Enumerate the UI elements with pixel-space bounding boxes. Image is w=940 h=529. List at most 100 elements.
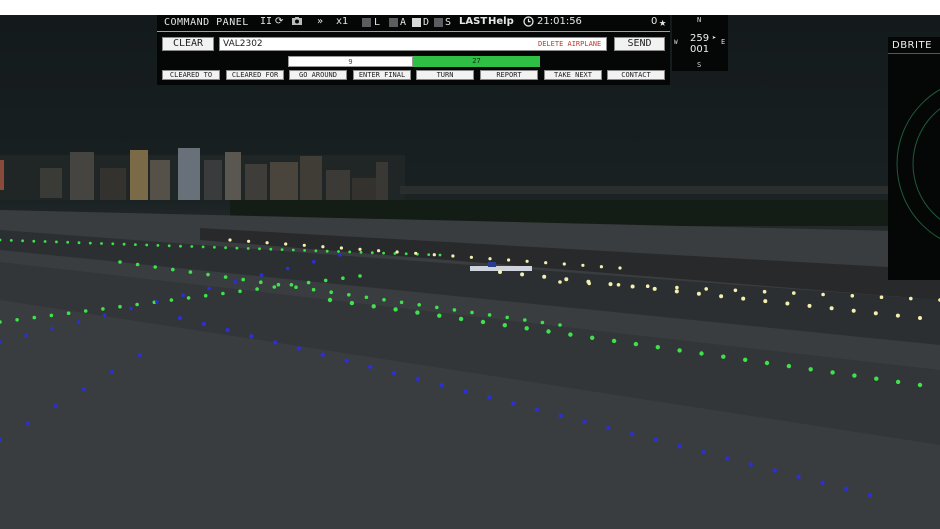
- runway-light: [763, 299, 768, 304]
- radar-title: DBRITE: [892, 40, 932, 51]
- edge-light: [463, 389, 468, 394]
- taxiway-light: [505, 315, 510, 320]
- cleared-for-button[interactable]: CLEARED FOR: [226, 70, 284, 80]
- edge-light: [207, 286, 211, 291]
- clock-icon: [523, 16, 534, 30]
- send-button[interactable]: SEND: [614, 37, 665, 51]
- taxiway-light: [55, 240, 58, 244]
- taxiway-light: [241, 277, 245, 282]
- runway-light: [587, 281, 591, 286]
- camera-icon[interactable]: [291, 16, 303, 29]
- taxiway-light: [348, 250, 352, 254]
- runway-light: [696, 291, 701, 296]
- delete-airplane-button[interactable]: DELETE AIRPLANE: [538, 40, 601, 48]
- help-button[interactable]: Help: [488, 16, 514, 27]
- turn-button[interactable]: TURN: [416, 70, 474, 80]
- taxiway-light: [223, 275, 228, 279]
- radar-scope: [896, 88, 940, 240]
- heading-compass[interactable]: N W E S 259 001 ➤: [672, 15, 728, 71]
- edge-light: [82, 387, 86, 391]
- taxiway-light: [721, 354, 726, 359]
- filter-a-checkbox[interactable]: [389, 18, 398, 27]
- edge-light: [273, 340, 278, 345]
- speed-indicator[interactable]: x1: [336, 16, 348, 27]
- taxiway-light: [246, 247, 250, 250]
- runway-light: [879, 295, 884, 300]
- filter-d-checkbox[interactable]: [412, 18, 421, 27]
- taxiway-light: [294, 285, 298, 290]
- fast-forward-button[interactable]: »: [317, 16, 323, 27]
- taxiway-light: [487, 313, 492, 317]
- taxiway-light: [190, 245, 194, 248]
- taxiway-light: [311, 287, 316, 292]
- taxiway-light: [358, 274, 362, 278]
- taxiway-light: [111, 242, 115, 246]
- taxiway-light: [895, 379, 901, 385]
- go-around-button[interactable]: GO AROUND: [289, 70, 347, 80]
- edge-light: [201, 321, 206, 327]
- taxiway-light: [100, 242, 103, 245]
- edge-light: [338, 253, 342, 257]
- pause-button[interactable]: II: [260, 16, 272, 27]
- taxiway-light: [347, 293, 351, 297]
- runway-light: [562, 262, 566, 266]
- taxiway-light: [235, 246, 239, 250]
- edge-light: [820, 480, 825, 485]
- runway-light: [630, 284, 635, 289]
- edge-light: [155, 300, 159, 304]
- taxiway-light: [291, 248, 295, 252]
- taxiway-light: [677, 348, 682, 353]
- runway-light: [829, 306, 834, 311]
- filter-s-checkbox[interactable]: [434, 18, 443, 27]
- edge-light: [844, 486, 849, 492]
- runway-light: [762, 289, 767, 294]
- taxiway-light: [371, 304, 376, 309]
- taxiway-light: [21, 239, 24, 243]
- runway-light: [321, 245, 325, 249]
- edge-light: [439, 382, 444, 388]
- taxiway-light: [145, 243, 149, 247]
- edge-light: [259, 273, 264, 277]
- taxiway-light: [9, 239, 13, 242]
- taxiway-light: [633, 341, 639, 347]
- reset-icon[interactable]: ⟳: [275, 16, 283, 27]
- taxiway-light: [874, 376, 879, 381]
- taxiway-light: [699, 351, 704, 356]
- contact-button[interactable]: CONTACT: [607, 70, 665, 80]
- runway-light: [339, 246, 343, 250]
- runway-27-button[interactable]: 27: [413, 56, 540, 67]
- taxiway-light: [179, 244, 182, 248]
- runway-light: [432, 253, 436, 257]
- taxiway-light: [66, 240, 70, 244]
- scene-graphics: [0, 148, 940, 529]
- runway-light: [564, 277, 569, 282]
- runway-light: [616, 283, 621, 287]
- taxiway-light: [276, 282, 281, 287]
- taxiway-light: [655, 345, 660, 350]
- enter-final-button[interactable]: ENTER FINAL: [353, 70, 411, 80]
- taxiway-light: [32, 239, 36, 243]
- runway-light: [265, 241, 269, 245]
- clear-button[interactable]: CLEAR: [162, 37, 214, 51]
- taxiway-light: [852, 373, 857, 378]
- shoreline: [400, 186, 940, 194]
- taxiway-light: [470, 310, 474, 315]
- taxiway-light: [167, 244, 171, 248]
- take-next-button[interactable]: TAKE NEXT: [544, 70, 602, 80]
- cleared-to-button[interactable]: CLEARED TO: [162, 70, 220, 80]
- runway-9-button[interactable]: 9: [288, 56, 413, 67]
- last-button[interactable]: LAST: [459, 16, 487, 27]
- runway-light: [785, 301, 790, 306]
- edge-light: [285, 266, 290, 271]
- filter-l-checkbox[interactable]: [362, 18, 371, 27]
- taxiway-light: [437, 313, 442, 318]
- runway-light: [525, 259, 529, 263]
- dbrite-radar-panel[interactable]: DBRITE: [888, 37, 940, 280]
- taxiway-light: [213, 245, 216, 249]
- airport-scene-3d-view[interactable]: [0, 15, 940, 529]
- taxiway-light: [764, 360, 770, 366]
- report-button[interactable]: REPORT: [480, 70, 538, 80]
- filter-s-label: S: [445, 17, 452, 28]
- edge-light: [415, 376, 421, 382]
- runway-light: [520, 272, 525, 277]
